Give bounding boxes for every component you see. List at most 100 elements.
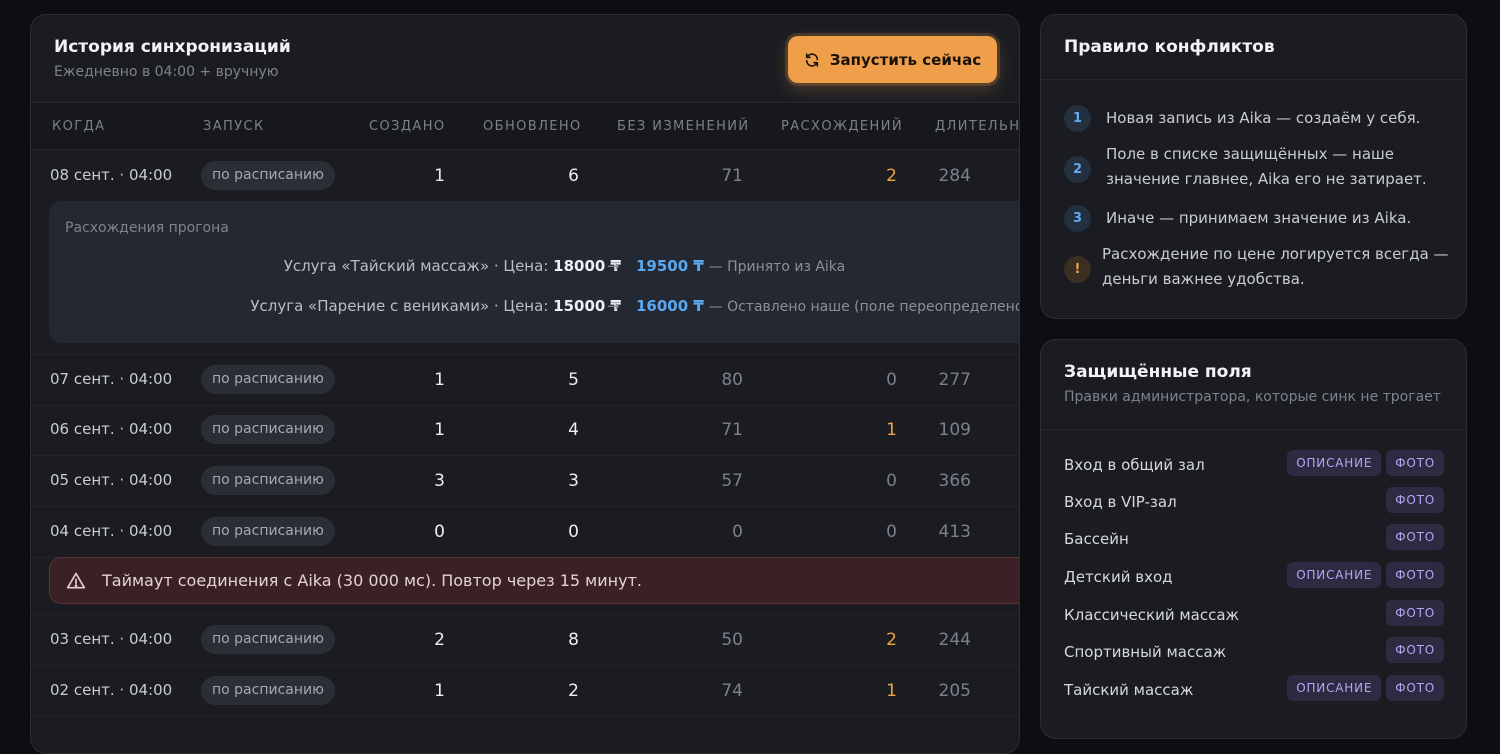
- trigger-badge: по расписанию: [201, 415, 335, 444]
- duration: 277: [938, 370, 971, 390]
- trigger-badge: по расписанию: [201, 365, 335, 394]
- column-header[interactable]: КОГДА: [52, 119, 105, 134]
- diff-item-label: Услуга «Парение с вениками» · Цена: 1500…: [250, 297, 621, 315]
- arrow-icon: →: [607, 297, 620, 315]
- table-row[interactable]: 05 сент. · 04:00 по расписанию 3 3 57 0 …: [31, 456, 1019, 507]
- table-row[interactable]: 03 сент. · 04:00 по расписанию 2 8 50 2 …: [31, 615, 1019, 666]
- run-now-button[interactable]: Запустить сейчас: [788, 36, 997, 83]
- duration: 413: [938, 522, 971, 542]
- tag-badge: ОПИСАНИЕ: [1287, 675, 1382, 701]
- created-count: 1: [434, 681, 445, 701]
- run-time: 07 сент. · 04:00: [50, 370, 173, 388]
- diff-count: 2: [886, 630, 897, 650]
- column-header[interactable]: СОЗДАНО: [369, 119, 446, 134]
- run-diff-details: Расхождения прогона Услуга «Тайский масс…: [49, 201, 1019, 343]
- protected-field-item[interactable]: Тайский массаж ОПИСАНИЕ ФОТО: [1064, 675, 1444, 705]
- column-header[interactable]: ОБНОВЛЕНО: [483, 119, 582, 134]
- panel-title: История синхронизаций: [54, 37, 291, 57]
- trigger-badge: по расписанию: [201, 676, 335, 705]
- error-alert: Таймаут соединения с Aika (30 000 мс). П…: [49, 557, 1019, 604]
- duration: 244: [938, 630, 971, 650]
- protected-fields-panel: Защищённые поля Правки администратора, к…: [1040, 339, 1467, 739]
- tag-badge: ОПИСАНИЕ: [1287, 562, 1382, 588]
- field-name: Классический массаж: [1064, 606, 1240, 624]
- column-header[interactable]: БЕЗ ИЗМЕНЕНИЙ: [617, 119, 750, 134]
- created-count: 0: [434, 522, 445, 542]
- tag-badge: ФОТО: [1386, 637, 1444, 663]
- run-time: 02 сент. · 04:00: [50, 681, 173, 699]
- protected-field-item[interactable]: Вход в VIP-зал ФОТО: [1064, 487, 1444, 517]
- rule-number: 3: [1064, 205, 1091, 232]
- table-header: КОГДА ЗАПУСК СОЗДАНО ОБНОВЛЕНО БЕЗ ИЗМЕН…: [31, 102, 1019, 150]
- updated-count: 3: [568, 471, 579, 491]
- protected-field-item[interactable]: Бассейн ФОТО: [1064, 524, 1444, 554]
- table-row[interactable]: 06 сент. · 04:00 по расписанию 1 4 71 1 …: [31, 405, 1019, 456]
- trigger-badge: по расписанию: [201, 625, 335, 654]
- diff-count: 0: [886, 370, 897, 390]
- trigger-badge: по расписанию: [201, 466, 335, 495]
- table-row[interactable]: 04 сент. · 04:00 по расписанию 0 0 0 0 4…: [31, 507, 1019, 558]
- tag-badge: ФОТО: [1386, 600, 1444, 626]
- run-now-label: Запустить сейчас: [829, 50, 982, 69]
- protected-field-item[interactable]: Классический массаж ФОТО: [1064, 600, 1444, 630]
- diff-count: 0: [886, 471, 897, 491]
- panel-title: Защищённые поля: [1064, 362, 1252, 382]
- arrow-icon: →: [607, 257, 620, 275]
- tag-badge: ОПИСАНИЕ: [1287, 450, 1382, 476]
- run-time: 03 сент. · 04:00: [50, 630, 173, 648]
- created-count: 1: [434, 370, 445, 390]
- tag-badge: ФОТО: [1386, 562, 1444, 588]
- field-name: Детский вход: [1064, 568, 1173, 586]
- updated-count: 4: [568, 420, 579, 440]
- error-message: Таймаут соединения с Aika (30 000 мс). П…: [102, 571, 642, 590]
- updated-count: 8: [568, 630, 579, 650]
- created-count: 1: [434, 420, 445, 440]
- diff-count: 0: [886, 522, 897, 542]
- rule-number: 1: [1064, 105, 1091, 132]
- protected-field-item[interactable]: Спортивный массаж ФОТО: [1064, 637, 1444, 667]
- divider: [1041, 79, 1466, 80]
- column-header[interactable]: ДЛИТЕЛЬНОСТЬ: [935, 119, 1019, 134]
- created-count: 2: [434, 630, 445, 650]
- duration: 205: [938, 681, 971, 701]
- column-header[interactable]: ЗАПУСК: [203, 119, 265, 134]
- unchanged-count: 0: [732, 522, 743, 542]
- unchanged-count: 57: [721, 471, 743, 491]
- rule-text: Иначе — принимаем значение из Aika.: [1106, 209, 1412, 227]
- panel-title: Правило конфликтов: [1064, 37, 1275, 57]
- warning-icon: !: [1064, 256, 1091, 283]
- warning-icon: [66, 572, 86, 589]
- duration: 284: [938, 166, 971, 186]
- unchanged-count: 80: [721, 370, 743, 390]
- run-time: 05 сент. · 04:00: [50, 471, 173, 489]
- created-count: 1: [434, 166, 445, 186]
- protected-field-item[interactable]: Вход в общий зал ОПИСАНИЕ ФОТО: [1064, 450, 1444, 480]
- rule-text: Поле в списке защищённых — наше значение…: [1106, 145, 1427, 188]
- diff-count: 1: [886, 420, 897, 440]
- divider: [1041, 429, 1466, 430]
- rule-number: 2: [1064, 156, 1091, 183]
- diff-count: 1: [886, 681, 897, 701]
- unchanged-count: 50: [721, 630, 743, 650]
- tag-badge: ФОТО: [1386, 450, 1444, 476]
- duration: 366: [938, 471, 971, 491]
- table-row[interactable]: 07 сент. · 04:00 по расписанию 1 5 80 0 …: [31, 355, 1019, 406]
- field-name: Вход в VIP-зал: [1064, 493, 1177, 511]
- sync-history-panel: История синхронизаций Ежедневно в 04:00 …: [30, 14, 1020, 754]
- field-name: Бассейн: [1064, 530, 1129, 548]
- trigger-badge: по расписанию: [201, 517, 335, 546]
- protected-field-item[interactable]: Детский вход ОПИСАНИЕ ФОТО: [1064, 562, 1444, 592]
- duration: 109: [938, 420, 971, 440]
- updated-count: 0: [568, 522, 579, 542]
- updated-count: 5: [568, 370, 579, 390]
- column-header[interactable]: РАСХОЖДЕНИЙ: [781, 119, 903, 134]
- field-name: Спортивный массаж: [1064, 643, 1227, 661]
- trigger-badge: по расписанию: [201, 161, 335, 190]
- conflict-rules-panel: Правило конфликтов 1 Новая запись из Aik…: [1040, 14, 1467, 319]
- run-time: 04 сент. · 04:00: [50, 522, 173, 540]
- table-row[interactable]: 02 сент. · 04:00 по расписанию 1 2 74 1 …: [31, 666, 1019, 717]
- updated-count: 6: [568, 166, 579, 186]
- run-time: 08 сент. · 04:00: [50, 166, 173, 184]
- tag-badge: ФОТО: [1386, 487, 1444, 513]
- panel-subtitle: Ежедневно в 04:00 + вручную: [54, 64, 279, 80]
